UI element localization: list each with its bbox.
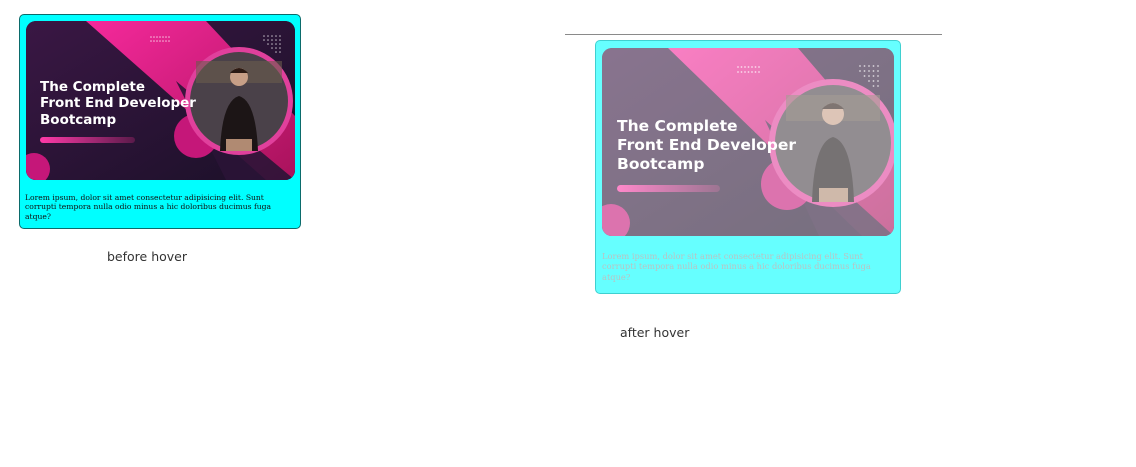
divider-line — [565, 34, 942, 35]
banner-title: The Complete Front End Developer Bootcam… — [40, 79, 196, 128]
course-banner-image: The Complete Front End Developer Bootcam… — [602, 48, 894, 236]
card-description: Lorem ipsum, dolor sit amet consectetur … — [25, 193, 272, 221]
caption-after-hover: after hover — [620, 325, 690, 340]
page: The Complete Front End Developer Bootcam… — [0, 0, 1136, 467]
banner-title: The Complete Front End Developer Bootcam… — [617, 117, 797, 173]
course-banner-image: The Complete Front End Developer Bootcam… — [26, 21, 295, 180]
course-card-before-hover[interactable]: The Complete Front End Developer Bootcam… — [19, 14, 301, 229]
card-description: Lorem ipsum, dolor sit amet consectetur … — [602, 251, 871, 282]
course-card-after-hover[interactable]: The Complete Front End Developer Bootcam… — [595, 40, 901, 294]
caption-before-hover: before hover — [107, 249, 187, 264]
